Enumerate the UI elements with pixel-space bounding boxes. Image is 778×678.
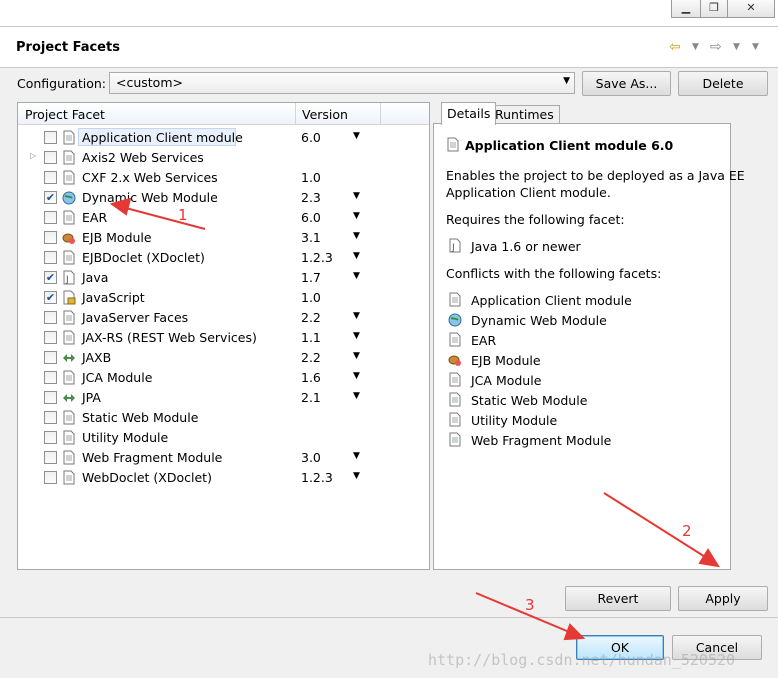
annotation-label-1: 1	[178, 206, 188, 224]
annotation-arrow-2	[603, 492, 711, 561]
annotation-arrowhead-2	[698, 548, 721, 568]
annotation-arrow-1	[121, 206, 206, 230]
annotation-arrowhead-3	[563, 623, 586, 641]
annotation-label-2: 2	[682, 522, 692, 540]
tab-details[interactable]: Details	[441, 102, 497, 125]
annotation-label-3: 3	[525, 596, 535, 614]
annotation-arrows	[109, 197, 721, 641]
annotation-arrowhead-1	[109, 197, 132, 216]
